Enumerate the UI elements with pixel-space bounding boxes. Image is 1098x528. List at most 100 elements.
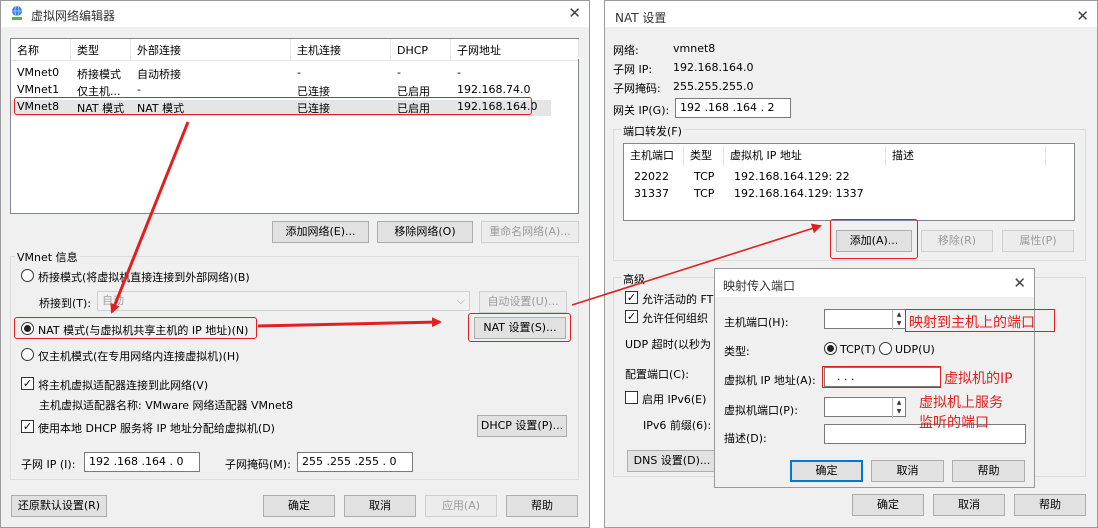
close-icon[interactable]: ✕ bbox=[1013, 274, 1026, 292]
description-label: 描述(D): bbox=[724, 432, 767, 445]
connect-adapter-label[interactable]: 将主机虚拟适配器连接到此网络(V) bbox=[38, 377, 208, 393]
title-bar: 虚拟网络编辑器 ✕ bbox=[1, 1, 589, 27]
col-host-port[interactable]: 主机端口 bbox=[624, 146, 684, 166]
subnet-ip-field[interactable]: 192 .168 .164 . 0 bbox=[84, 452, 200, 472]
allow-any-oui-label[interactable]: 允许任何组织 bbox=[642, 310, 708, 326]
highlight-add-button bbox=[830, 219, 918, 259]
gateway-field[interactable]: 192 .168 .164 . 2 bbox=[675, 98, 791, 118]
bridge-mode-label[interactable]: 桥接模式(将虚拟机直接连接到外部网络)(B) bbox=[38, 269, 250, 285]
ipv6-prefix-label: IPv6 前缀(6): bbox=[643, 419, 712, 432]
col-type[interactable]: 类型 bbox=[71, 39, 131, 59]
subnet-mask-field[interactable]: 255 .255 .255 . 0 bbox=[297, 452, 413, 472]
use-dhcp-label[interactable]: 使用本地 DHCP 服务将 IP 地址分配给虚拟机(D) bbox=[38, 420, 275, 436]
bridge-to-value: 自动 bbox=[102, 294, 124, 307]
bridge-to-label: 桥接到(T): bbox=[39, 297, 92, 310]
col-subnet[interactable]: 子网地址 bbox=[451, 39, 579, 59]
host-only-radio[interactable] bbox=[21, 348, 34, 361]
cell: 192.168.164.129: 1337 bbox=[734, 187, 864, 200]
chevron-down-icon: ⌵ bbox=[456, 294, 465, 307]
col-external[interactable]: 外部连接 bbox=[131, 39, 291, 59]
close-icon[interactable]: ✕ bbox=[1076, 7, 1089, 25]
adapter-name: 主机虚拟适配器名称: VMware 网络适配器 VMnet8 bbox=[39, 399, 294, 412]
help-button[interactable]: 帮助 bbox=[1014, 494, 1086, 516]
table-row[interactable]: 31337 TCP 192.168.164.129: 1337 bbox=[624, 187, 1074, 203]
subnet-ip-value: 192.168.164.0 bbox=[673, 61, 754, 74]
cell: 31337 bbox=[634, 187, 669, 200]
bridge-mode-radio[interactable] bbox=[21, 269, 34, 282]
col-vm-ip[interactable]: 虚拟机 IP 地址 bbox=[724, 146, 886, 166]
cancel-button[interactable]: 取消 bbox=[871, 460, 944, 482]
vm-ip-label: 虚拟机 IP 地址(A): bbox=[724, 374, 816, 387]
remove-button[interactable]: 移除(R) bbox=[921, 230, 993, 252]
port-forwarding-list[interactable]: 主机端口 类型 虚拟机 IP 地址 描述 22022 TCP 192.168.1… bbox=[623, 143, 1075, 221]
auto-settings-button[interactable]: 自动设置(U)... bbox=[479, 291, 567, 313]
udp-radio[interactable] bbox=[879, 342, 892, 355]
connect-adapter-checkbox[interactable]: ✓ bbox=[21, 377, 34, 390]
dns-settings-button[interactable]: DNS 设置(D)... bbox=[627, 450, 717, 472]
bridge-to-select[interactable]: 自动 ⌵ bbox=[97, 291, 470, 311]
stepper-arrows-icon[interactable]: ▲ ▼ bbox=[892, 398, 905, 418]
cancel-button[interactable]: 取消 bbox=[344, 495, 416, 517]
annotation-vm-port-line2: 监听的端口 bbox=[919, 415, 989, 431]
cell: TCP bbox=[694, 170, 715, 183]
highlight-host-port-annotation bbox=[905, 309, 1055, 332]
network-globe-icon bbox=[9, 5, 25, 21]
cell: - bbox=[457, 66, 461, 79]
host-port-label: 主机端口(H): bbox=[724, 316, 789, 329]
ok-button[interactable]: 确定 bbox=[852, 494, 924, 516]
cell: 192.168.164.129: 22 bbox=[734, 170, 850, 183]
vm-port-label: 虚拟机端口(P): bbox=[724, 404, 798, 417]
properties-button[interactable]: 属性(P) bbox=[1002, 230, 1074, 252]
udp-label[interactable]: UDP(U) bbox=[895, 343, 935, 356]
col-desc[interactable]: 描述 bbox=[886, 146, 1046, 166]
stepper-arrows-icon[interactable]: ▲ ▼ bbox=[892, 310, 905, 330]
title-bar: 映射传入端口 ✕ bbox=[715, 269, 1034, 297]
type-label: 类型: bbox=[724, 345, 750, 358]
apply-button[interactable]: 应用(A) bbox=[425, 495, 497, 517]
cell: - bbox=[297, 66, 301, 79]
subnet-mask-label: 子网掩码(M): bbox=[225, 458, 291, 471]
vm-port-stepper[interactable]: ▲ ▼ bbox=[824, 397, 906, 418]
col-dhcp[interactable]: DHCP bbox=[391, 39, 451, 59]
dialog-title: 映射传入端口 bbox=[723, 279, 796, 293]
restore-defaults-button[interactable]: 还原默认设置(R) bbox=[11, 495, 107, 517]
subnet-mask-value: 255.255.255.0 bbox=[673, 80, 754, 93]
ok-button[interactable]: 确定 bbox=[263, 495, 335, 517]
col-host[interactable]: 主机连接 bbox=[291, 39, 391, 59]
ok-button[interactable]: 确定 bbox=[790, 460, 863, 482]
subnet-ip-label: 子网 IP (I): bbox=[21, 458, 76, 471]
col-name[interactable]: 名称 bbox=[11, 39, 71, 59]
host-only-label[interactable]: 仅主机模式(在专用网络内连接虚拟机)(H) bbox=[38, 348, 239, 364]
enable-ipv6-checkbox[interactable] bbox=[625, 391, 638, 404]
enable-ipv6-label[interactable]: 启用 IPv6(E) bbox=[642, 391, 706, 407]
port-forwarding-label: 端口转发(F) bbox=[621, 123, 684, 139]
network-list[interactable]: 名称 类型 外部连接 主机连接 DHCP 子网地址 VMnet0 桥接模式 自动… bbox=[10, 38, 579, 214]
subnet-mask-label: 子网掩码: bbox=[613, 82, 661, 95]
dhcp-settings-button[interactable]: DHCP 设置(P)... bbox=[477, 415, 567, 437]
window-title: NAT 设置 bbox=[615, 11, 667, 25]
table-row[interactable]: 22022 TCP 192.168.164.129: 22 bbox=[624, 170, 1074, 186]
tcp-label[interactable]: TCP(T) bbox=[840, 343, 876, 356]
col-type[interactable]: 类型 bbox=[684, 146, 724, 166]
allow-any-oui-checkbox[interactable]: ✓ bbox=[625, 310, 638, 323]
config-port-label: 配置端口(C): bbox=[625, 368, 689, 381]
allow-active-ftp-checkbox[interactable]: ✓ bbox=[625, 291, 638, 304]
rename-network-button[interactable]: 重命名网络(A)... bbox=[481, 221, 579, 243]
cell: 桥接模式 bbox=[77, 68, 121, 81]
remove-network-button[interactable]: 移除网络(O) bbox=[377, 221, 473, 243]
subnet-ip-label: 子网 IP: bbox=[613, 63, 653, 76]
cancel-button[interactable]: 取消 bbox=[933, 494, 1005, 516]
use-dhcp-checkbox[interactable]: ✓ bbox=[21, 420, 34, 433]
allow-active-ftp-label[interactable]: 允许活动的 FT bbox=[642, 291, 713, 307]
annotation-vm-port-line1: 虚拟机上服务 bbox=[919, 395, 1003, 411]
highlight-vm-ip-field bbox=[822, 366, 941, 388]
help-button[interactable]: 帮助 bbox=[952, 460, 1025, 482]
tcp-radio[interactable] bbox=[824, 342, 837, 355]
close-icon[interactable]: ✕ bbox=[568, 4, 581, 22]
table-row[interactable]: VMnet0 桥接模式 自动桥接 - - - bbox=[11, 66, 578, 82]
host-port-stepper[interactable]: ▲ ▼ bbox=[824, 309, 906, 330]
help-button[interactable]: 帮助 bbox=[506, 495, 578, 517]
network-list-header: 名称 类型 外部连接 主机连接 DHCP 子网地址 bbox=[11, 39, 579, 61]
vmnet-info-group bbox=[10, 256, 579, 480]
add-network-button[interactable]: 添加网络(E)... bbox=[272, 221, 369, 243]
